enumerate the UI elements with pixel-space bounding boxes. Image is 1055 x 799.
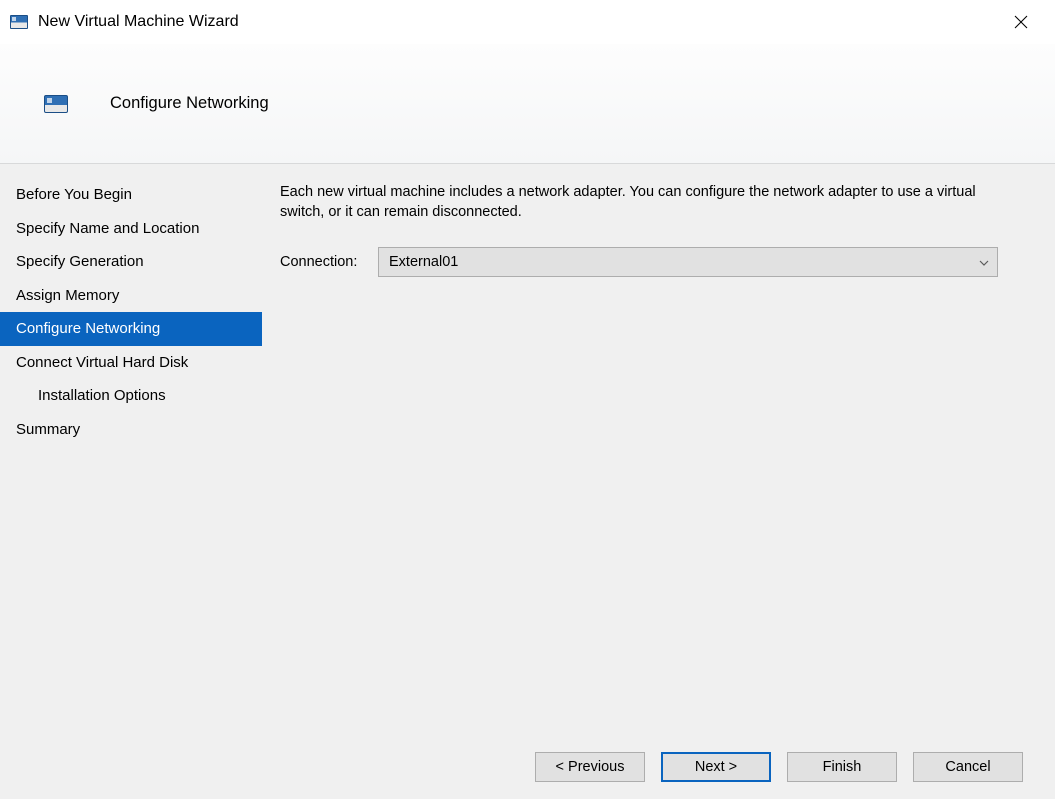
cancel-button[interactable]: Cancel — [913, 752, 1023, 782]
wizard-footer: < Previous Next > Finish Cancel — [0, 733, 1055, 799]
page-title: Configure Networking — [110, 94, 269, 113]
connection-row: Connection: External01 — [280, 247, 1031, 277]
step-configure-networking[interactable]: Configure Networking — [0, 312, 262, 346]
wizard-page: Each new virtual machine includes a netw… — [262, 164, 1055, 733]
close-icon — [1013, 14, 1029, 30]
connection-label: Connection: — [280, 254, 366, 270]
next-button[interactable]: Next > — [661, 752, 771, 782]
step-assign-memory[interactable]: Assign Memory — [0, 279, 262, 313]
connection-value: External01 — [389, 254, 458, 270]
close-button[interactable] — [999, 7, 1043, 37]
app-icon — [10, 15, 28, 29]
step-summary[interactable]: Summary — [0, 413, 262, 447]
wizard-header: Configure Networking — [0, 44, 1055, 164]
step-before-you-begin[interactable]: Before You Begin — [0, 178, 262, 212]
title-bar: New Virtual Machine Wizard — [0, 0, 1055, 44]
previous-button[interactable]: < Previous — [535, 752, 645, 782]
finish-button[interactable]: Finish — [787, 752, 897, 782]
step-connect-virtual-hard-disk[interactable]: Connect Virtual Hard Disk — [0, 346, 262, 380]
wizard-steps: Before You Begin Specify Name and Locati… — [0, 164, 262, 733]
connection-dropdown[interactable]: External01 — [378, 247, 998, 277]
step-installation-options[interactable]: Installation Options — [0, 379, 262, 413]
intro-text: Each new virtual machine includes a netw… — [280, 182, 1020, 223]
step-specify-name-and-location[interactable]: Specify Name and Location — [0, 212, 262, 246]
chevron-down-icon — [979, 254, 989, 270]
wizard-icon — [44, 95, 68, 113]
window-title: New Virtual Machine Wizard — [38, 13, 999, 31]
step-specify-generation[interactable]: Specify Generation — [0, 245, 262, 279]
